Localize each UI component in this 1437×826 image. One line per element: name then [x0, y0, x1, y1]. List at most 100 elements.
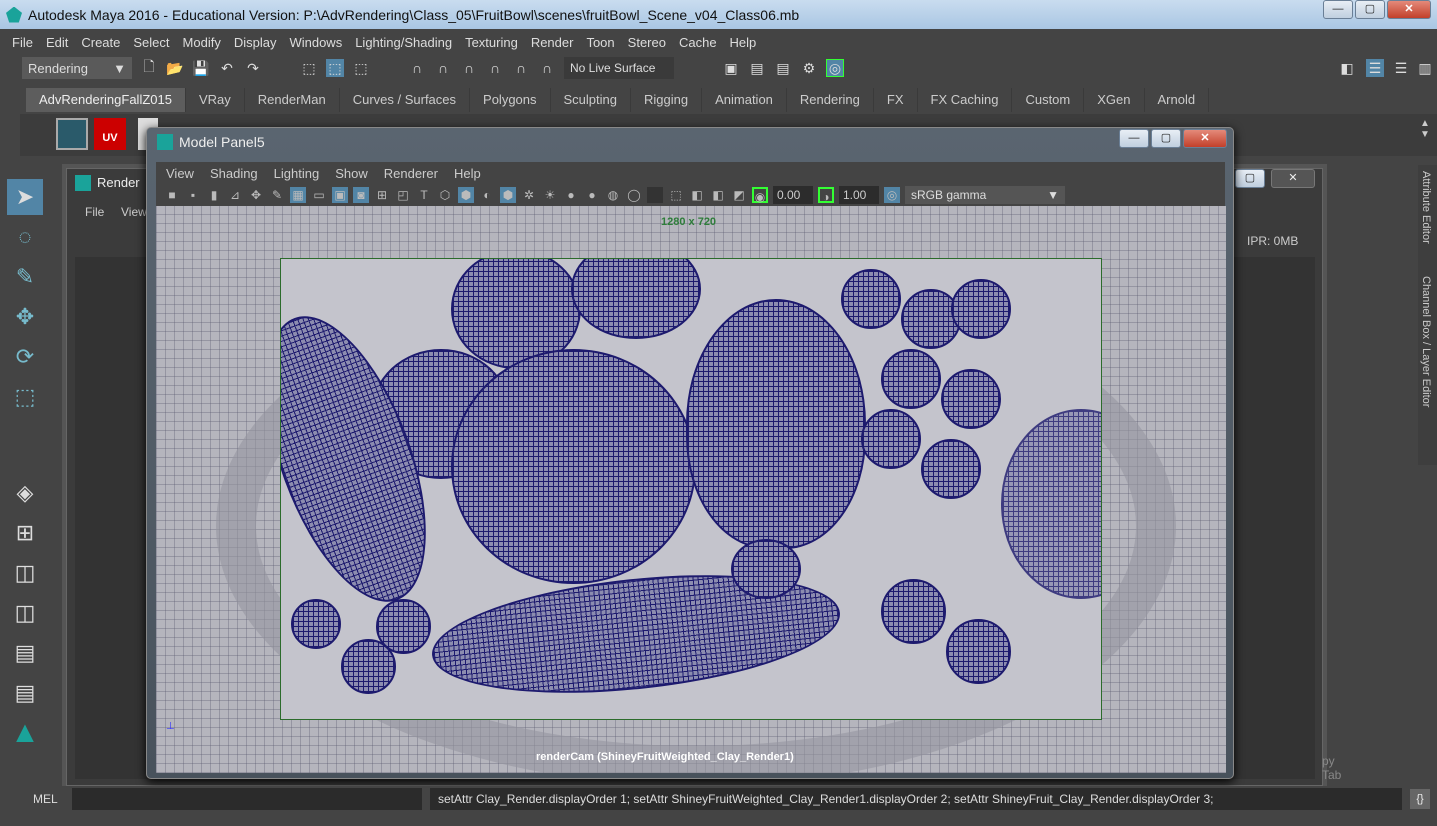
- tab-vray[interactable]: VRay: [186, 88, 245, 112]
- color-management-icon[interactable]: ◎: [884, 187, 900, 203]
- live-surface-field[interactable]: No Live Surface: [564, 57, 674, 79]
- default-material-icon[interactable]: ◐: [479, 187, 495, 203]
- move-tool-icon[interactable]: ✥: [7, 299, 43, 335]
- save-scene-icon[interactable]: 💾: [192, 59, 210, 77]
- gate-mask-icon[interactable]: ◙: [353, 187, 369, 203]
- tool-settings-icon[interactable]: ☰: [1392, 59, 1410, 77]
- close-button[interactable]: ✕: [1183, 129, 1227, 148]
- tab-rigging[interactable]: Rigging: [631, 88, 703, 112]
- render-frame-icon[interactable]: ▤: [748, 59, 766, 77]
- textured-icon[interactable]: ✲: [521, 187, 537, 203]
- paint-select-tool-icon[interactable]: ✎: [7, 259, 43, 295]
- tab-fx[interactable]: FX: [874, 88, 918, 112]
- tab-advrendering[interactable]: AdvRenderingFallZ015: [26, 88, 186, 112]
- bookmark-icon[interactable]: ▮: [206, 187, 222, 203]
- depth-of-field-icon[interactable]: [647, 187, 663, 203]
- hypershade-icon[interactable]: ◎: [826, 59, 844, 77]
- single-pane-layout-icon[interactable]: ◈: [7, 475, 43, 511]
- gamma-icon[interactable]: ◑: [818, 187, 834, 204]
- undo-icon[interactable]: ↶: [218, 59, 236, 77]
- modeling-toolkit-icon[interactable]: ◧: [1338, 59, 1356, 77]
- camera-select-icon[interactable]: ■: [164, 187, 180, 203]
- 2d-pan-zoom-icon[interactable]: ✥: [248, 187, 264, 203]
- shelf-cube-icon[interactable]: [56, 118, 88, 150]
- rotate-tool-icon[interactable]: ⟳: [7, 339, 43, 375]
- outliner-layout-icon[interactable]: ◫: [7, 595, 43, 631]
- panel-menu-renderer[interactable]: Renderer: [384, 166, 438, 181]
- menu-help[interactable]: Help: [730, 35, 757, 50]
- render-maximize-button[interactable]: ▢: [1235, 169, 1265, 188]
- menu-stereo[interactable]: Stereo: [628, 35, 666, 50]
- tab-xgen[interactable]: XGen: [1084, 88, 1145, 112]
- wireframe-icon[interactable]: ⬡: [437, 187, 453, 203]
- minimize-button[interactable]: —: [1323, 0, 1353, 19]
- grid-icon[interactable]: ▦: [290, 187, 306, 203]
- tab-curves-surfaces[interactable]: Curves / Surfaces: [340, 88, 471, 112]
- close-button[interactable]: ✕: [1387, 0, 1431, 19]
- tab-rendering[interactable]: Rendering: [787, 88, 874, 112]
- tab-custom[interactable]: Custom: [1012, 88, 1085, 112]
- channel-box-tab[interactable]: Channel Box / Layer Editor: [1418, 270, 1434, 413]
- menu-windows[interactable]: Windows: [289, 35, 342, 50]
- panel-menu-show[interactable]: Show: [335, 166, 368, 181]
- open-scene-icon[interactable]: 📂: [166, 59, 184, 77]
- motion-blur-icon[interactable]: ◍: [605, 187, 621, 203]
- snap-curve-icon[interactable]: ∩: [434, 59, 452, 77]
- render-view-icon[interactable]: ▣: [722, 59, 740, 77]
- menu-toon[interactable]: Toon: [586, 35, 614, 50]
- snap-point-icon[interactable]: ∩: [460, 59, 478, 77]
- snap-grid-icon[interactable]: ∩: [408, 59, 426, 77]
- render-menu-file[interactable]: File: [85, 205, 104, 219]
- xray-components-icon[interactable]: ◩: [731, 187, 747, 203]
- ipr-render-icon[interactable]: ▤: [774, 59, 792, 77]
- resolution-gate-icon[interactable]: ▣: [332, 187, 348, 203]
- graph-layout-icon[interactable]: ▤: [7, 635, 43, 671]
- mel-input[interactable]: [72, 788, 422, 810]
- redo-icon[interactable]: ↷: [244, 59, 262, 77]
- menu-render[interactable]: Render: [531, 35, 574, 50]
- two-pane-layout-icon[interactable]: ◫: [7, 555, 43, 591]
- menu-edit[interactable]: Edit: [46, 35, 68, 50]
- menu-texturing[interactable]: Texturing: [465, 35, 518, 50]
- menu-set-dropdown[interactable]: Rendering ▼: [22, 57, 132, 79]
- viewport[interactable]: 1280 x 720 ⊥ renderCam (ShineyFruitWeigh…: [156, 206, 1226, 773]
- menu-lighting-shading[interactable]: Lighting/Shading: [355, 35, 452, 50]
- panel-menu-shading[interactable]: Shading: [210, 166, 258, 181]
- xray-joints-icon[interactable]: ◧: [710, 187, 726, 203]
- shelf-scroll-arrows[interactable]: ▲ ▼: [1420, 118, 1430, 140]
- isolate-select-icon[interactable]: ⬚: [668, 187, 684, 203]
- grease-pencil-icon[interactable]: ✎: [269, 187, 285, 203]
- select-hierarchy-icon[interactable]: ⬚: [300, 59, 318, 77]
- maximize-button[interactable]: ▢: [1151, 129, 1181, 148]
- menu-create[interactable]: Create: [81, 35, 120, 50]
- tab-sculpting[interactable]: Sculpting: [551, 88, 631, 112]
- safe-title-icon[interactable]: T: [416, 187, 432, 203]
- shelf-uv-icon[interactable]: UV: [94, 118, 126, 150]
- screen-space-ao-icon[interactable]: ●: [584, 187, 600, 203]
- menu-cache[interactable]: Cache: [679, 35, 717, 50]
- safe-action-icon[interactable]: ◰: [395, 187, 411, 203]
- wireframe-on-shaded-icon[interactable]: ⬢: [500, 187, 516, 203]
- scale-tool-icon[interactable]: ⬚: [7, 379, 43, 415]
- view-transform-dropdown[interactable]: sRGB gamma ▼: [905, 186, 1065, 204]
- image-plane-icon[interactable]: ⊿: [227, 187, 243, 203]
- exposure-field[interactable]: 0.00: [773, 186, 813, 204]
- menu-select[interactable]: Select: [133, 35, 169, 50]
- menu-display[interactable]: Display: [234, 35, 277, 50]
- lasso-tool-icon[interactable]: ◌: [7, 219, 43, 255]
- snap-projected-icon[interactable]: ∩: [486, 59, 504, 77]
- select-tool-icon[interactable]: ➤: [7, 179, 43, 215]
- camera-attributes-icon[interactable]: ▪: [185, 187, 201, 203]
- snap-view-icon[interactable]: ∩: [512, 59, 530, 77]
- new-scene-icon[interactable]: 🗋: [140, 58, 158, 77]
- panel-layout-icon[interactable]: ▤: [7, 675, 43, 711]
- render-close-button[interactable]: ✕: [1271, 169, 1315, 188]
- menu-file[interactable]: File: [12, 35, 33, 50]
- four-pane-layout-icon[interactable]: ⊞: [7, 515, 43, 551]
- gamma-field[interactable]: 1.00: [839, 186, 879, 204]
- menu-modify[interactable]: Modify: [183, 35, 221, 50]
- panel-menu-lighting[interactable]: Lighting: [274, 166, 320, 181]
- select-object-icon[interactable]: ⬚: [326, 59, 344, 77]
- minimize-button[interactable]: —: [1119, 129, 1149, 148]
- film-gate-icon[interactable]: ▭: [311, 187, 327, 203]
